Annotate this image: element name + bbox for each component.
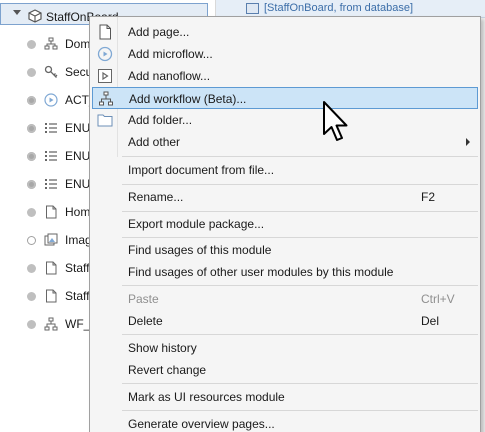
menu-item-label: Add other xyxy=(128,135,181,149)
module-context-menu: Add page... Add microflow... Add nanoflo… xyxy=(89,16,481,432)
menu-item-shortcut: Del xyxy=(421,314,440,328)
menu-item-label: Export module package... xyxy=(128,217,265,231)
menu-item-label: Generate overview pages... xyxy=(128,417,275,431)
menu-item-add-workflow[interactable]: Add workflow (Beta)... xyxy=(92,87,478,109)
menu-item-label: Paste xyxy=(128,292,159,306)
menu-item-rename[interactable]: Rename... F2 xyxy=(92,186,478,208)
status-dot xyxy=(27,151,36,161)
status-dot xyxy=(27,39,36,49)
tree-item-label: ENU xyxy=(65,121,91,135)
menu-item-shortcut: Ctrl+V xyxy=(421,292,455,306)
menu-item-label: Mark as UI resources module xyxy=(128,390,285,404)
status-dot xyxy=(27,319,36,329)
menu-item-import-document[interactable]: Import document from file... xyxy=(92,159,478,181)
image-collection-icon xyxy=(44,233,58,247)
menu-item-add-other[interactable]: Add other xyxy=(92,131,478,153)
tree-item-workflow[interactable]: WF_S xyxy=(0,313,98,335)
microflow-icon xyxy=(44,93,58,107)
tree-item-label: Imag xyxy=(65,233,92,247)
tree-item-label: Dom xyxy=(65,37,91,51)
menu-item-label: Add nanoflow... xyxy=(128,69,211,83)
menu-separator xyxy=(122,184,478,185)
tree-item-page[interactable]: Staff xyxy=(0,257,89,279)
tree-item-label: Staff xyxy=(65,261,90,275)
expand-arrow-icon[interactable] xyxy=(13,10,21,15)
menu-item-revert-change[interactable]: Revert change xyxy=(92,359,478,381)
menu-item-label: Add page... xyxy=(128,25,190,39)
enumeration-icon xyxy=(44,149,58,163)
tree-item-label: Hom xyxy=(65,205,91,219)
tree-item-page[interactable]: Hom xyxy=(0,201,90,223)
status-dot xyxy=(27,291,36,301)
mouse-pointer-icon xyxy=(322,100,350,144)
tree-item-label: ENU xyxy=(65,177,91,191)
workflow-icon xyxy=(44,317,58,331)
menu-separator xyxy=(122,410,478,411)
tree-item-enumeration[interactable]: ENU xyxy=(0,145,90,167)
page-icon xyxy=(97,24,113,40)
menu-item-label: Revert change xyxy=(128,363,207,377)
menu-item-label: Add folder... xyxy=(128,113,193,127)
menu-item-add-microflow[interactable]: Add microflow... xyxy=(92,43,478,65)
menu-separator xyxy=(122,156,478,157)
status-dot xyxy=(27,263,36,273)
tree-item-enumeration[interactable]: ENU xyxy=(0,173,90,195)
menu-separator xyxy=(122,334,478,335)
enumeration-icon xyxy=(44,177,58,191)
menu-item-add-nanoflow[interactable]: Add nanoflow... xyxy=(92,65,478,87)
tree-item-microflow[interactable]: ACT_ xyxy=(0,89,96,111)
page-icon xyxy=(44,261,58,275)
folder-icon xyxy=(97,112,113,128)
breadcrumb[interactable]: [StaffOnBoard, from database] xyxy=(264,2,413,14)
menu-item-shortcut: F2 xyxy=(421,190,436,204)
menu-item-label: Import document from file... xyxy=(128,163,275,177)
tree-item-page[interactable]: Staff xyxy=(0,285,89,307)
security-key-icon xyxy=(44,65,58,79)
menu-item-label: Find usages of this module xyxy=(128,243,272,257)
tree-item-security[interactable]: Secu xyxy=(0,61,92,83)
menu-item-label: Show history xyxy=(128,341,197,355)
tree-item-label: ENU xyxy=(65,149,91,163)
submenu-arrow-icon xyxy=(466,138,470,146)
menu-item-show-history[interactable]: Show history xyxy=(92,337,478,359)
menu-item-find-usages-other-modules[interactable]: Find usages of other user modules by thi… xyxy=(92,261,478,283)
menu-item-label: Delete xyxy=(128,314,163,328)
menu-item-label: Find usages of other user modules by thi… xyxy=(128,265,394,279)
menu-separator xyxy=(122,383,478,384)
menu-item-delete[interactable]: Delete Del xyxy=(92,310,478,332)
microflow-icon xyxy=(97,46,113,62)
tree-item-image-collection[interactable]: Imag xyxy=(0,229,92,251)
menu-item-label: Add workflow (Beta)... xyxy=(129,92,247,106)
menu-item-label: Add microflow... xyxy=(128,47,213,61)
menu-item-generate-overview-pages[interactable]: Generate overview pages... xyxy=(92,413,478,432)
status-dot xyxy=(27,123,36,133)
status-dot xyxy=(27,207,36,217)
menu-item-add-folder[interactable]: Add folder... xyxy=(92,109,478,131)
module-icon xyxy=(28,9,42,26)
menu-item-add-page[interactable]: Add page... xyxy=(92,21,478,43)
menu-item-export-module[interactable]: Export module package... xyxy=(92,213,478,235)
menu-item-find-usages[interactable]: Find usages of this module xyxy=(92,239,478,261)
tree-item-enumeration[interactable]: ENU xyxy=(0,117,90,139)
database-icon xyxy=(246,3,259,14)
nanoflow-icon xyxy=(97,68,113,84)
status-dot xyxy=(27,95,36,105)
status-dot xyxy=(27,67,36,77)
menu-item-paste[interactable]: Paste Ctrl+V xyxy=(92,288,478,310)
menu-item-mark-ui-resources[interactable]: Mark as UI resources module xyxy=(92,386,478,408)
page-icon xyxy=(44,205,58,219)
menu-separator xyxy=(122,237,478,238)
enumeration-icon xyxy=(44,121,58,135)
menu-separator xyxy=(122,211,478,212)
menu-separator xyxy=(122,285,478,286)
status-dot xyxy=(27,235,36,245)
status-dot xyxy=(27,179,36,189)
domain-model-icon xyxy=(44,37,58,51)
page-icon xyxy=(44,289,58,303)
workflow-icon xyxy=(98,91,114,107)
tree-item-label: Staff xyxy=(65,289,90,303)
menu-item-label: Rename... xyxy=(128,190,184,204)
tree-item-domain-model[interactable]: Dom xyxy=(0,33,90,55)
